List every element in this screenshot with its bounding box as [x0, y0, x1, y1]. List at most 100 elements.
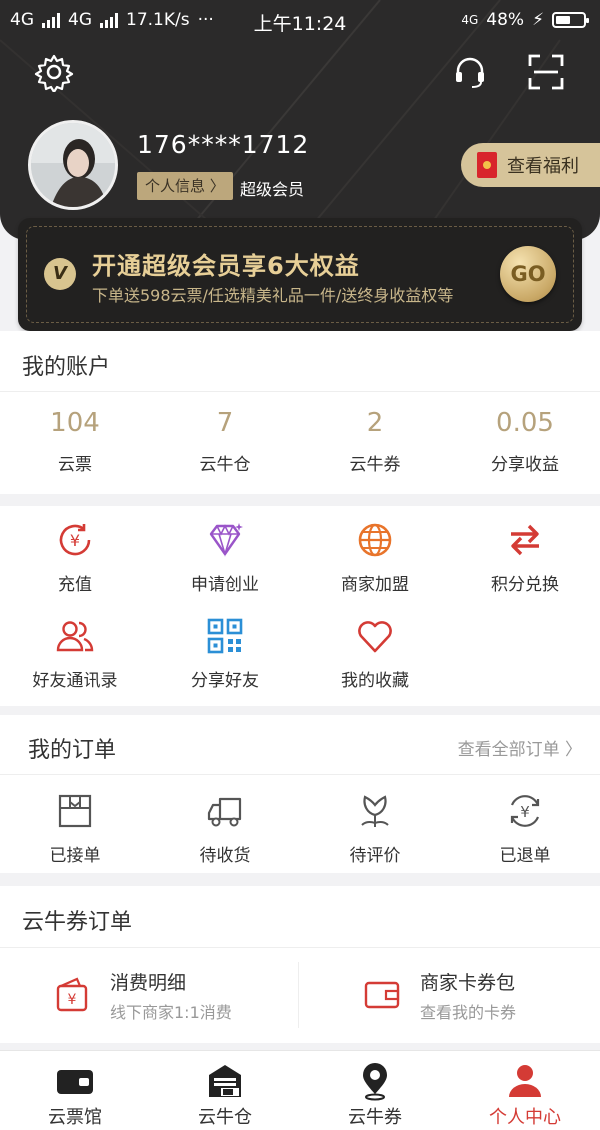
recharge-icon: ¥: [59, 524, 91, 556]
charging-icon: ⚡: [532, 10, 544, 30]
order-refunded[interactable]: ¥ 已退单: [450, 791, 600, 866]
personal-info-button[interactable]: 个人信息 〉: [137, 172, 233, 200]
stat-label: 云票: [58, 455, 92, 475]
tab-ticket-hall[interactable]: 云票馆: [0, 1051, 150, 1130]
battery-icon: [552, 12, 589, 28]
service-label: 分享好友: [191, 671, 259, 691]
account-stats: 104 云票 7 云牛仓 2 云牛券 0.05 分享收益: [0, 391, 600, 494]
order-label: 待评价: [349, 846, 401, 866]
view-welfare-button[interactable]: 查看福利: [461, 143, 600, 187]
service-merchant-join[interactable]: 商家加盟: [300, 520, 450, 595]
stat-label: 云牛仓: [199, 455, 251, 475]
scan-icon[interactable]: [526, 52, 566, 92]
tab-personal-center[interactable]: 个人中心: [450, 1051, 600, 1130]
wallet-receipt-icon: ¥: [56, 977, 88, 1012]
truck-icon: [207, 797, 242, 827]
user-phone: 176****1712: [137, 130, 310, 159]
tab-coupons[interactable]: 云牛券: [300, 1051, 450, 1130]
svg-text:¥: ¥: [520, 803, 530, 821]
consumption-detail-card[interactable]: ¥ 消费明细 线下商家1:1消费: [52, 947, 232, 1043]
member-level: 超级会员: [240, 180, 305, 199]
red-packet-icon: [477, 152, 497, 178]
warehouse-icon: [209, 1065, 241, 1097]
vertical-divider: [298, 962, 299, 1028]
service-recharge[interactable]: ¥ 充值: [0, 520, 150, 595]
service-apply-startup[interactable]: 申请创业: [150, 520, 300, 595]
order-label: 已退单: [499, 846, 551, 866]
tab-label: 个人中心: [489, 1107, 561, 1128]
refund-icon: ¥: [510, 795, 540, 827]
gear-icon[interactable]: [34, 52, 74, 94]
stat-value: 2: [366, 408, 384, 438]
service-share-friends[interactable]: 分享好友: [150, 616, 300, 691]
service-points-exchange[interactable]: 积分兑换: [450, 520, 600, 595]
headset-icon[interactable]: [450, 52, 490, 92]
go-button[interactable]: GO: [500, 246, 556, 302]
stat-label: 分享收益: [491, 455, 559, 475]
heart-icon: [358, 621, 392, 653]
order-received[interactable]: 已接单: [0, 791, 150, 866]
stat-warehouse[interactable]: 7 云牛仓: [150, 391, 300, 475]
card-wallet-icon: [364, 981, 400, 1009]
vip-badge-icon: V: [44, 258, 76, 290]
card-wallet-title: 商家卡券包: [420, 971, 516, 994]
volte-indicator: 4G: [461, 13, 479, 27]
service-label: 商家加盟: [341, 575, 409, 595]
profile-header: 4G 4G 17.1K/s ··· 上午11:24 4G 48% ⚡ 176**…: [0, 0, 600, 240]
view-all-orders-link[interactable]: 查看全部订单 〉: [458, 735, 582, 760]
consumption-detail-subtitle: 线下商家1:1消费: [110, 1002, 232, 1022]
stat-coupons[interactable]: 2 云牛券: [300, 391, 450, 475]
service-label: 申请创业: [191, 575, 259, 595]
stat-label: 云牛券: [349, 455, 401, 475]
services-section: ¥ 充值 申请创业 商家加盟 积分兑换 好友通讯录 分享好友 我的收藏: [0, 506, 600, 706]
vip-title: 开通超级会员享6大权益: [92, 252, 360, 280]
service-favorites[interactable]: 我的收藏: [300, 616, 450, 691]
vip-subtitle: 下单送598云票/任选精美礼品一件/送终身收益权等: [92, 286, 454, 305]
stat-share-income[interactable]: 0.05 分享收益: [450, 391, 600, 475]
order-pending-review[interactable]: 待评价: [300, 791, 450, 866]
received-icon: [58, 794, 92, 828]
view-welfare-label: 查看福利: [507, 156, 579, 177]
contacts-icon: [56, 621, 94, 652]
location-pin-icon: [363, 1063, 387, 1101]
qrcode-icon: [207, 618, 243, 654]
service-label: 积分兑换: [491, 575, 559, 595]
divider: [0, 774, 600, 775]
stat-value: 0.05: [496, 408, 554, 438]
globe-icon: [358, 523, 392, 557]
order-label: 待收货: [199, 846, 251, 866]
account-title: 我的账户: [22, 355, 111, 380]
service-label: 好友通讯录: [32, 671, 118, 691]
account-section: 我的账户 104 云票 7 云牛仓 2 云牛券 0.05 分享收益: [0, 331, 600, 494]
stat-value: 7: [216, 408, 234, 438]
vip-banner[interactable]: V 开通超级会员享6大权益 下单送598云票/任选精美礼品一件/送终身收益权等 …: [18, 218, 582, 331]
diamond-icon: [209, 523, 243, 557]
view-all-orders-label: 查看全部订单: [457, 740, 560, 760]
battery-percent: 48%: [486, 10, 525, 30]
card-wallet-subtitle: 查看我的卡券: [420, 1002, 517, 1022]
coupon-orders-section: 云牛券订单 ¥ 消费明细 线下商家1:1消费 商家卡券包 查看我的卡券: [0, 886, 600, 1043]
tab-label: 云牛券: [348, 1107, 402, 1128]
tab-warehouse[interactable]: 云牛仓: [150, 1051, 300, 1130]
service-label: 充值: [58, 575, 92, 595]
orders-title: 我的订单: [28, 738, 117, 763]
tab-label: 云票馆: [48, 1107, 102, 1128]
service-contacts[interactable]: 好友通讯录: [0, 616, 150, 691]
chevron-right-icon: 〉: [565, 740, 582, 760]
svg-text:¥: ¥: [70, 531, 80, 550]
wallet-icon: [57, 1070, 93, 1094]
person-icon: [509, 1065, 541, 1097]
service-label: 我的收藏: [341, 671, 409, 691]
profile-page: 4G 4G 17.1K/s ··· 上午11:24 4G 48% ⚡ 176**…: [0, 0, 600, 1130]
consumption-detail-title: 消费明细: [110, 971, 187, 994]
status-bar: 4G 4G 17.1K/s ··· 上午11:24 4G 48% ⚡: [0, 0, 600, 40]
flower-icon: [361, 795, 389, 827]
order-pending-receipt[interactable]: 待收货: [150, 791, 300, 866]
coupon-orders-title: 云牛券订单: [22, 910, 133, 935]
card-wallet-card[interactable]: 商家卡券包 查看我的卡券: [362, 947, 516, 1043]
stat-tickets[interactable]: 104 云票: [0, 391, 150, 475]
stat-value: 104: [50, 408, 100, 438]
tab-label: 云牛仓: [198, 1107, 252, 1128]
exchange-icon: [511, 524, 539, 556]
avatar[interactable]: [28, 120, 118, 210]
